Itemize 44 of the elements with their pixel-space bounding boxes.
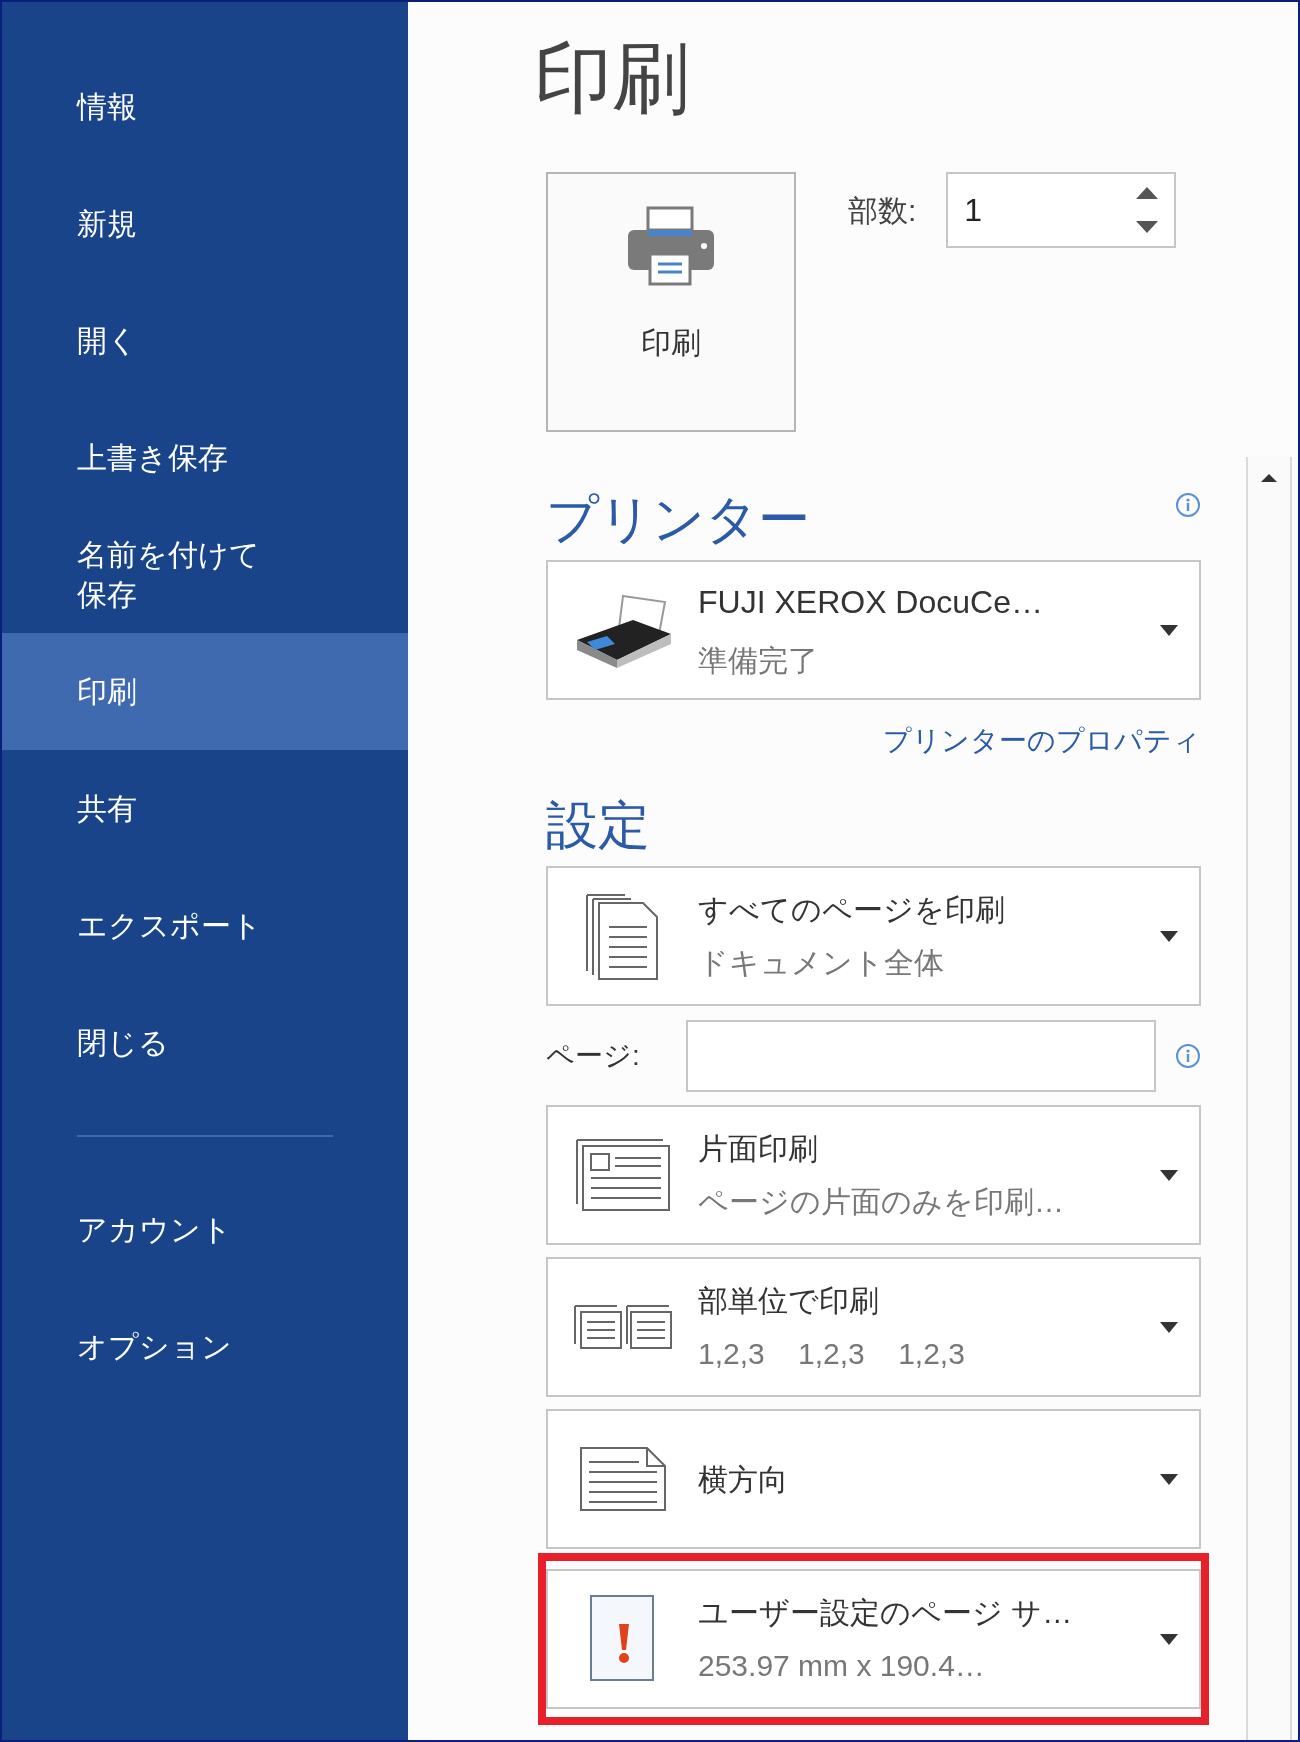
setting-dropdown[interactable]: ユーザー設定のページ サ… 253.97 mm x 190.4… xyxy=(546,1569,1201,1709)
pages-input-field[interactable] xyxy=(686,1019,1156,1092)
printer-name: FUJI XEROX DocuCe… xyxy=(698,582,1044,622)
caret-icon xyxy=(1160,930,1178,942)
print-button[interactable]: 印刷 xyxy=(546,172,796,432)
setting-dropdown[interactable]: 横方向 xyxy=(546,1409,1201,1549)
copies-spinner[interactable]: 1 xyxy=(946,172,1177,248)
setting-dropdown[interactable]: 部単位で印刷 1,2,3 1,2,3 1,2,3 xyxy=(546,1257,1201,1397)
collated-pages-icon xyxy=(573,1302,673,1352)
sidebar-item[interactable]: エクスポート xyxy=(2,867,408,984)
sidebar-item[interactable]: 開く xyxy=(2,282,408,399)
landscape-page-icon xyxy=(579,1446,667,1512)
printer-icon xyxy=(626,206,716,286)
printer-status: 準備完了 xyxy=(698,642,819,679)
setting-dropdown[interactable]: 片面印刷 ページの片面のみを印刷… xyxy=(546,1105,1201,1245)
caret-icon xyxy=(1160,1321,1178,1333)
printer-properties-link[interactable]: プリンターのプロパティ xyxy=(883,720,1201,770)
sidebar-item[interactable]: 印刷 xyxy=(2,633,408,750)
pages-icon xyxy=(585,891,661,981)
pages-label: ページ: xyxy=(546,1038,641,1073)
scrollbar[interactable] xyxy=(1246,457,1292,1740)
sidebar-item[interactable]: 閉じる xyxy=(2,984,408,1101)
sidebar-item[interactable]: 名前を付けて保存 xyxy=(2,516,408,633)
caret-icon xyxy=(1160,1473,1178,1485)
page-title: 印刷 xyxy=(534,33,691,124)
sidebar-item[interactable]: アカウント xyxy=(2,1171,408,1288)
sidebar-item[interactable]: 上書き保存 xyxy=(2,399,408,516)
sidebar-item[interactable]: 新規 xyxy=(2,165,408,282)
sidebar-item[interactable]: オプション xyxy=(2,1288,408,1405)
printer-dropdown[interactable]: FUJI XEROX DocuCe… 準備完了 xyxy=(546,560,1201,700)
setting-dropdown[interactable]: すべてのページを印刷 ドキュメント全体 xyxy=(546,866,1201,1006)
caret-icon xyxy=(1160,1169,1178,1181)
page-warning-icon xyxy=(589,1594,657,1684)
info-icon[interactable] xyxy=(1175,1042,1201,1069)
caret-icon xyxy=(1160,1633,1178,1645)
info-icon[interactable] xyxy=(1175,492,1201,518)
spin-arrows-icon[interactable] xyxy=(1136,185,1159,235)
printer-heading: プリンター xyxy=(546,489,810,550)
sidebar-item[interactable]: 情報 xyxy=(2,48,408,165)
caret-icon xyxy=(1160,624,1178,636)
page-layout-icon xyxy=(575,1138,671,1212)
sidebar-item[interactable]: 共有 xyxy=(2,750,408,867)
copies-label: 部数: xyxy=(848,192,917,229)
settings-heading: 設定 xyxy=(546,795,651,856)
